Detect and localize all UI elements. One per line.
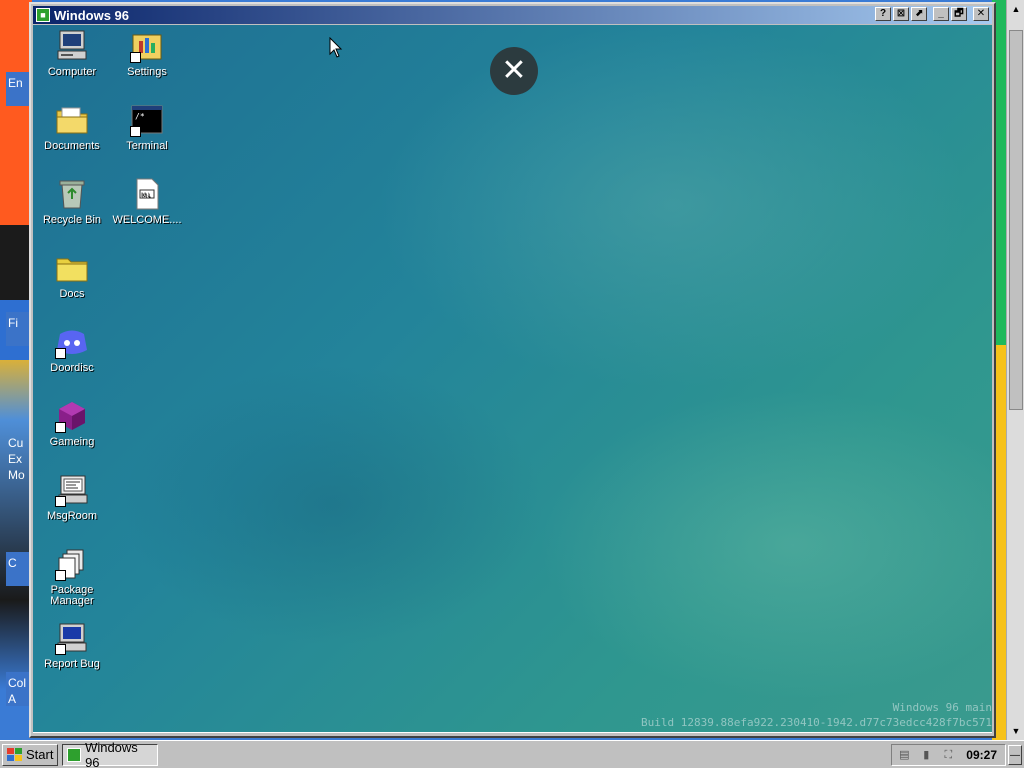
chat-icon[interactable]: ▤	[896, 747, 912, 763]
mouse-pointer-icon	[329, 37, 343, 58]
close-overlay-button[interactable]: ✕	[490, 47, 538, 95]
shortcut-arrow-icon	[55, 570, 66, 581]
taskbar-item-label: Windows 96	[85, 739, 138, 768]
icon-label: Report Bug	[44, 658, 100, 670]
icon-label: Documents	[44, 140, 100, 152]
desktop-icon-doordisc[interactable]: Doordisc	[35, 325, 109, 374]
scroll-down-arrow-icon[interactable]: ▼	[1009, 724, 1023, 738]
shortcut-arrow-icon	[130, 126, 141, 137]
desktop-icon-docs[interactable]: Docs	[35, 251, 109, 300]
network-icon[interactable]: ▮	[918, 747, 934, 763]
cube-icon	[55, 399, 89, 433]
watermark-line-2: Build 12839.88efa922.230410-1942.d77c73e…	[641, 716, 992, 729]
shortcut-arrow-icon	[130, 52, 141, 63]
icon-label: Computer	[47, 66, 97, 78]
msgroom-icon	[55, 473, 89, 507]
desktop-icon-recycle-bin[interactable]: Recycle Bin	[35, 177, 109, 226]
fullscreen-button[interactable]: ⊠	[893, 7, 909, 21]
desktop-icon-package-manager[interactable]: Package Manager	[35, 547, 109, 607]
minimize-button[interactable]: _	[933, 7, 949, 21]
inner-taskbar	[33, 732, 992, 736]
windows96-window: ■ Windows 96 ? ⊠ ⬈ _ 🗗 ✕ Computer Settin…	[29, 2, 996, 738]
icon-label: Doordisc	[50, 362, 94, 374]
desktop-icon-gameing[interactable]: Gameing	[35, 399, 109, 448]
icon-label: Package Manager	[50, 584, 94, 607]
close-window-button[interactable]: ✕	[973, 7, 989, 21]
desktop-icon-report-bug[interactable]: Report Bug	[35, 621, 109, 670]
markdown-file-icon: M↓	[130, 177, 164, 211]
desktop-icon-documents[interactable]: Documents	[35, 103, 109, 152]
doordisc-icon	[55, 325, 89, 359]
terminal-icon: /*	[130, 103, 164, 137]
svg-text:/*: /*	[135, 112, 145, 121]
folder-documents-icon	[55, 103, 89, 137]
host-vertical-scrollbar[interactable]: ▲ ▼	[1006, 0, 1024, 740]
shortcut-arrow-icon	[55, 496, 66, 507]
host-desktop-left-strip	[0, 0, 32, 740]
system-tray: ▤ ▮ ⛶ 09:27	[891, 743, 1006, 766]
svg-text:M↓: M↓	[141, 192, 151, 199]
icon-label: Recycle Bin	[42, 214, 102, 226]
windows96-logo-icon: ■	[36, 8, 50, 22]
window-title: Windows 96	[54, 7, 130, 23]
scroll-thumb[interactable]	[1009, 30, 1023, 410]
desktop-icon-computer[interactable]: Computer	[35, 29, 109, 78]
build-watermark: Windows 96 main Build 12839.88efa922.230…	[641, 700, 992, 730]
folder-icon	[55, 251, 89, 285]
start-label: Start	[26, 747, 54, 762]
desktop-icon-terminal[interactable]: /* Terminal	[110, 103, 184, 152]
taskbar: Start Windows 96 ▤ ▮ ⛶ 09:27 —	[0, 740, 1024, 768]
inner-desktop[interactable]: Computer Settings Documents /* Terminal	[33, 25, 992, 732]
popout-button[interactable]: ⬈	[911, 7, 927, 21]
report-bug-icon	[55, 621, 89, 655]
computer-icon	[55, 29, 89, 63]
settings-icon	[130, 29, 164, 63]
icon-label: WELCOME....	[112, 214, 182, 226]
desktop-icon-welcome-file[interactable]: M↓ WELCOME....	[110, 177, 184, 226]
taskbar-item-windows96[interactable]: Windows 96	[62, 740, 159, 768]
clock[interactable]: 09:27	[962, 748, 1001, 762]
icon-label: Terminal	[126, 140, 168, 152]
desktop-icon-settings[interactable]: Settings	[110, 29, 184, 78]
maximize-button[interactable]: 🗗	[951, 7, 967, 21]
windows-flag-icon	[7, 747, 22, 761]
recycle-bin-icon	[55, 177, 89, 211]
help-button[interactable]: ?	[875, 7, 891, 21]
title-buttons: ? ⊠ ⬈ _ 🗗 ✕	[875, 7, 989, 21]
shortcut-arrow-icon	[55, 644, 66, 655]
start-button[interactable]: Start	[2, 743, 59, 766]
windows96-logo-icon	[67, 747, 82, 762]
shortcut-arrow-icon	[55, 348, 66, 359]
icon-label: Gameing	[49, 436, 95, 448]
icon-label: Settings	[127, 66, 167, 78]
watermark-line-1: Windows 96 main	[892, 701, 992, 714]
scroll-up-arrow-icon[interactable]: ▲	[1009, 2, 1023, 16]
shortcut-arrow-icon	[55, 422, 66, 433]
fullscreen-icon[interactable]: ⛶	[940, 747, 956, 763]
icon-label: MsgRoom	[46, 510, 98, 522]
package-icon	[55, 547, 89, 581]
window-titlebar[interactable]: ■ Windows 96 ? ⊠ ⬈ _ 🗗 ✕	[33, 6, 992, 24]
icon-label: Docs	[59, 288, 85, 300]
desktop-icon-msgroom[interactable]: MsgRoom	[35, 473, 109, 522]
show-desktop-button[interactable]: —	[1008, 744, 1022, 765]
